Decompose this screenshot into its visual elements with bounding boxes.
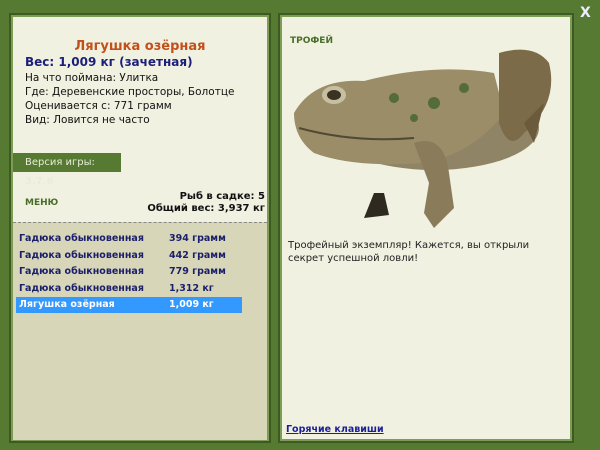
fish-info: На что поймана: Улитка Где: Деревенские … [25, 71, 234, 127]
keepnet-stats: Рыб в садке: 5 Общий вес: 3,937 кг [147, 191, 265, 215]
bait-info: На что поймана: Улитка [25, 72, 159, 84]
fish-weight: Вес: 1,009 кг (зачетная) [25, 55, 193, 69]
item-name: Лягушка озёрная [19, 299, 115, 310]
item-weight: 442 грамм [169, 250, 226, 261]
frog-image [294, 49, 552, 228]
catch-info-panel: Лягушка озёрная Вес: 1,009 кг (зачетная)… [9, 13, 271, 443]
catch-list: Гадюка обыкновенная 394 грамм Гадюка обык… [13, 222, 267, 440]
trophy-description: Трофейный экземпляр! Кажется, вы открыли… [288, 240, 530, 264]
item-name: Гадюка обыкновенная [19, 233, 144, 244]
item-weight: 1,312 кг [169, 283, 214, 294]
item-name: Гадюка обыкновенная [19, 266, 144, 277]
item-name: Гадюка обыкновенная [19, 283, 144, 294]
close-button[interactable]: X [580, 5, 591, 21]
list-item[interactable]: Гадюка обыкновенная 1,312 кг [16, 281, 242, 297]
item-weight: 394 грамм [169, 233, 226, 244]
hotkeys-link[interactable]: Горячие клавиши [286, 424, 384, 435]
min-weight-info: Оценивается с: 771 грамм [25, 100, 172, 112]
item-weight: 1,009 кг [169, 299, 214, 310]
total-weight: Общий вес: 3,937 кг [147, 203, 265, 214]
fish-count: Рыб в садке: 5 [179, 191, 265, 202]
list-item[interactable]: Гадюка обыкновенная 394 грамм [16, 231, 242, 247]
item-name: Гадюка обыкновенная [19, 250, 144, 261]
list-item[interactable]: Гадюка обыкновенная 779 грамм [16, 264, 242, 280]
fish-name: Лягушка озёрная [74, 39, 206, 54]
version-value: 3.7.6 [25, 176, 54, 187]
list-item-selected[interactable]: Лягушка озёрная 1,009 кг [16, 297, 242, 313]
trophy-panel: ТРОФЕЙ Трофейный экземпляр! Кажется, вы … [278, 13, 574, 443]
version-label: Версия игры: [25, 157, 95, 168]
item-weight: 779 грамм [169, 266, 226, 277]
game-version: Версия игры: 3.7.6 [13, 153, 121, 187]
rarity-info: Вид: Ловится не часто [25, 114, 150, 126]
menu-button[interactable]: МЕНЮ [25, 198, 58, 208]
list-item[interactable]: Гадюка обыкновенная 442 грамм [16, 248, 242, 264]
location-info: Где: Деревенские просторы, Болотце [25, 86, 235, 98]
